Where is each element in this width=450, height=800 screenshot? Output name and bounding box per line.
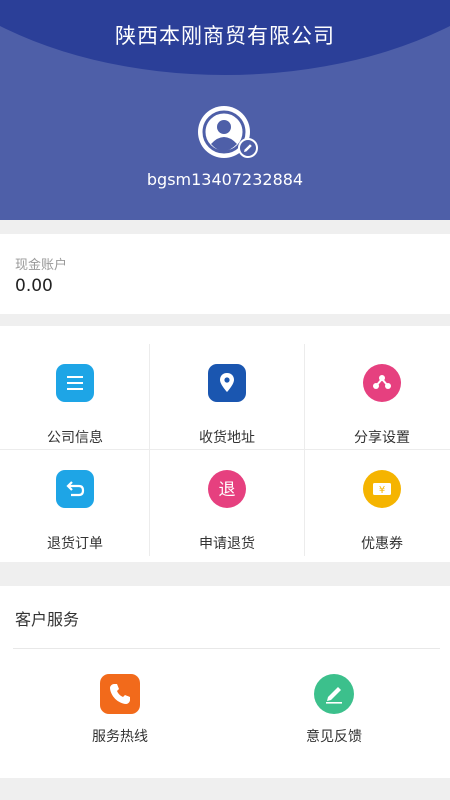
- document-lines-icon: [56, 364, 94, 402]
- menu-item-label: 收货地址: [199, 430, 255, 446]
- share-icon: [363, 364, 401, 402]
- feedback-button[interactable]: 意见反馈: [259, 674, 409, 754]
- return-char-icon: 退: [208, 470, 246, 508]
- customer-service-title: 客户服务: [15, 610, 80, 629]
- coupon-yen-icon: ¥: [363, 470, 401, 508]
- service-hotline-button[interactable]: 服务热线: [45, 674, 195, 754]
- service-item-label: 服务热线: [92, 729, 148, 745]
- cash-account-value: 0.00: [15, 276, 53, 296]
- menu-item-company-info[interactable]: 公司信息: [0, 344, 150, 449]
- username: bgsm13407232884: [146, 170, 304, 189]
- menu-item-return-orders[interactable]: 退货订单: [0, 450, 150, 555]
- profile-header: 陕西本刚商贸有限公司 bgsm13407232884: [0, 0, 450, 220]
- menu-item-shipping-address[interactable]: 收货地址: [152, 344, 302, 449]
- svg-text:退: 退: [219, 480, 236, 500]
- location-pin-icon: [208, 364, 246, 402]
- menu-item-share-settings[interactable]: 分享设置: [307, 344, 450, 449]
- cash-account-card[interactable]: 现金账户 0.00: [0, 234, 450, 314]
- menu-item-label: 分享设置: [354, 430, 410, 446]
- function-grid: 公司信息 收货地址 分享设置 退货订单 退 申请退货 ¥ 优惠券: [0, 326, 450, 562]
- return-arrow-icon: [56, 470, 94, 508]
- menu-item-apply-return[interactable]: 退 申请退货: [152, 450, 302, 555]
- phone-icon: [100, 674, 140, 714]
- grid-divider: [304, 344, 305, 556]
- svg-text:¥: ¥: [379, 485, 385, 496]
- menu-item-coupons[interactable]: ¥ 优惠券: [307, 450, 450, 555]
- customer-service-section: 客户服务 服务热线 意见反馈: [0, 586, 450, 778]
- pencil-icon: [244, 144, 252, 152]
- section-divider: [13, 648, 440, 649]
- service-item-label: 意见反馈: [306, 729, 362, 745]
- pencil-icon: [314, 674, 354, 714]
- edit-avatar-button[interactable]: [238, 138, 258, 158]
- cash-account-label: 现金账户: [15, 258, 68, 273]
- page-title: 陕西本刚商贸有限公司: [115, 24, 335, 48]
- menu-item-label: 退货订单: [47, 536, 103, 552]
- menu-item-label: 优惠券: [361, 536, 403, 552]
- menu-item-label: 公司信息: [47, 430, 103, 446]
- menu-item-label: 申请退货: [199, 536, 255, 552]
